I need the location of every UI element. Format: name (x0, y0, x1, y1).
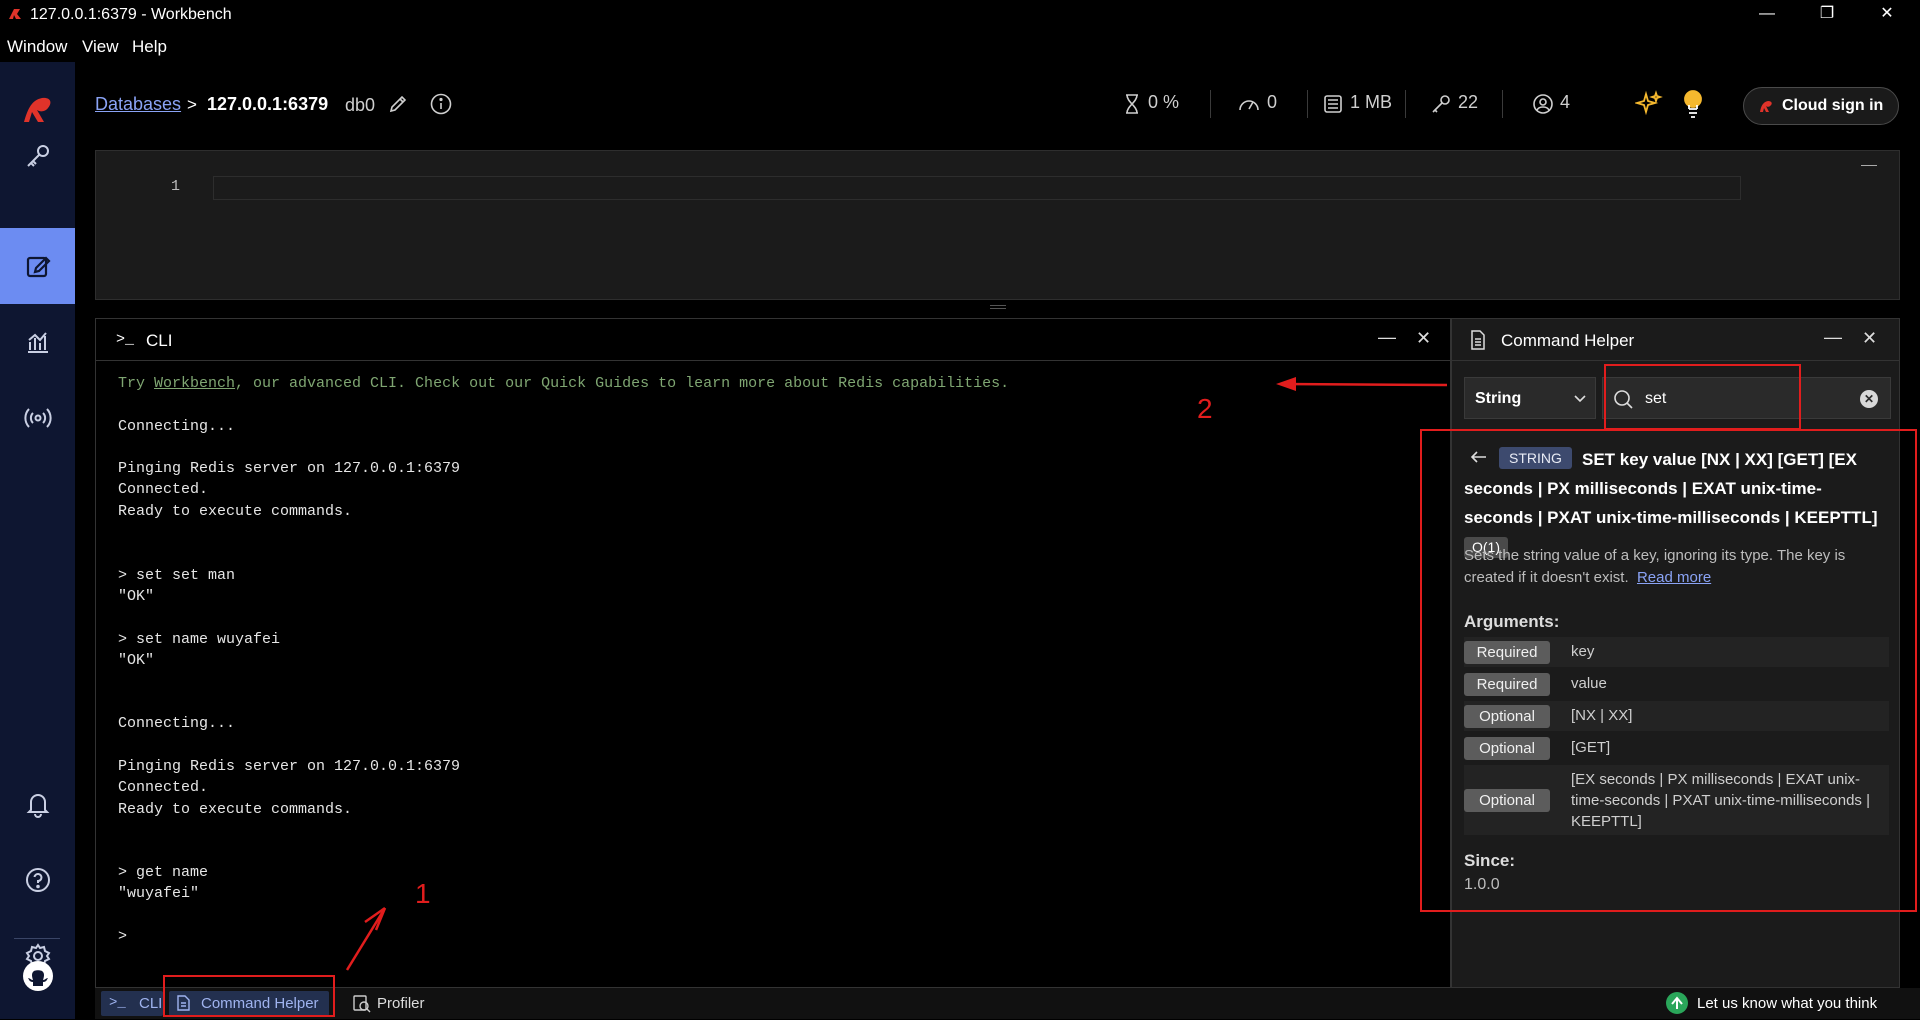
annotation-box-search (1604, 364, 1801, 430)
nav-browser-key-icon[interactable] (0, 118, 75, 194)
clients-stat: 4 (1560, 92, 1571, 112)
profiler-tab-label: Profiler (377, 995, 425, 1012)
breadcrumb-databases-link[interactable]: Databases (95, 94, 181, 115)
annotation-box-helper-tab (163, 975, 335, 1017)
helper-header: Command Helper — ✕ (1452, 319, 1899, 361)
cloud-signin-label: Cloud sign in (1782, 97, 1884, 114)
app-logo-icon (7, 6, 23, 22)
menu-view[interactable]: View (82, 37, 119, 57)
keys-stat: 22 (1458, 92, 1479, 112)
db-header: Databases > 127.0.0.1:6379 db0 0 % 0 1 M… (75, 62, 1920, 150)
db-info-icon[interactable] (430, 93, 452, 120)
nav-pubsub-icon[interactable] (0, 380, 75, 456)
cli-response: "OK" (118, 652, 155, 669)
annotation-number-2: 2 (1197, 393, 1213, 424)
cli-line: Connected. (118, 481, 209, 498)
feedback-link[interactable]: Let us know what you think (1665, 991, 1895, 1016)
tab-cli[interactable]: >_ CLI (101, 991, 163, 1016)
cli-response: "OK" (118, 588, 155, 605)
feedback-label: Let us know what you think (1697, 995, 1878, 1012)
cli-response: "wuyafei" (118, 885, 200, 902)
cli-line: Ready to execute commands. (118, 801, 353, 818)
memory-icon (1323, 93, 1343, 120)
editor-input-line[interactable] (213, 176, 1741, 200)
nav-divider (14, 938, 60, 939)
chevron-down-icon (1572, 390, 1588, 411)
cli-line: Connecting... (118, 418, 236, 435)
annotation-number-1: 1 (415, 878, 431, 909)
cloud-redis-icon (1758, 98, 1774, 119)
db-index-label: db0 (345, 95, 376, 115)
notifications-bell-icon[interactable] (0, 766, 75, 842)
cli-line: Pinging Redis server on 127.0.0.1:6379 (118, 460, 461, 477)
clear-search-icon[interactable]: ✕ (1860, 390, 1878, 408)
cloud-signin-button[interactable]: Cloud sign in (1743, 87, 1899, 125)
cli-command: > get name (118, 864, 209, 881)
resize-handle[interactable] (990, 305, 1006, 309)
ops-speedometer-icon (1238, 94, 1260, 119)
bottom-tab-bar: >_ CLI Command Helper Profiler Let us kn… (95, 988, 1920, 1019)
cli-workbench-link[interactable]: Workbench (154, 375, 235, 392)
helper-close-icon[interactable]: ✕ (1862, 328, 1877, 349)
insights-lightbulb-icon[interactable] (1680, 88, 1706, 125)
tab-profiler[interactable]: Profiler (353, 991, 443, 1016)
group-select[interactable]: String (1464, 377, 1596, 419)
window-title: 127.0.0.1:6379 - Workbench (30, 6, 232, 23)
github-icon[interactable] (0, 951, 75, 1001)
cli-line: Pinging Redis server on 127.0.0.1:6379 (118, 758, 461, 775)
document-icon (1470, 330, 1486, 355)
menu-help[interactable]: Help (132, 37, 167, 57)
title-bar: 127.0.0.1:6379 - Workbench — ❐ ✕ (0, 0, 1920, 30)
minimize-button[interactable]: — (1740, 0, 1794, 30)
breadcrumb-separator: > (187, 95, 197, 114)
cli-command: > set name wuyafei (118, 631, 281, 648)
cli-intro: Try Workbench, our advanced CLI. Check o… (118, 375, 1010, 392)
editor-line-number: 1 (171, 178, 181, 195)
sidebar-nav (0, 62, 75, 1019)
edit-pencil-icon[interactable] (388, 94, 408, 119)
annotation-box-helper-result (1420, 429, 1917, 912)
help-icon[interactable] (0, 842, 75, 918)
cli-tab-label: CLI (139, 995, 163, 1012)
ops-stat: 0 (1267, 92, 1278, 112)
cli-line: Connecting... (118, 715, 236, 732)
helper-title: Command Helper (1501, 331, 1635, 350)
profiler-icon (353, 995, 371, 1018)
cli-input-prompt[interactable]: > (118, 928, 127, 945)
ai-sparkle-icon[interactable] (1633, 90, 1663, 123)
clients-icon (1532, 93, 1554, 120)
group-select-value: String (1475, 390, 1522, 407)
close-window-button[interactable]: ✕ (1860, 0, 1914, 30)
nav-workbench-icon[interactable] (0, 228, 75, 304)
cli-line: Ready to execute commands. (118, 503, 353, 520)
cli-tab-icon: >_ (109, 995, 126, 1011)
workbench-editor[interactable]: 1 (95, 150, 1900, 300)
menu-window[interactable]: Window (7, 37, 67, 57)
cli-command: > set set man (118, 567, 236, 584)
feedback-icon (1665, 991, 1689, 1020)
cli-line: Connected. (118, 779, 209, 796)
keys-icon (1430, 93, 1452, 120)
menu-bar: Window View Help (0, 31, 1920, 61)
cli-panel: >_ CLI — ✕ Try Workbench, our advanced C… (95, 318, 1451, 988)
editor-minimap-marker (1861, 165, 1877, 166)
cpu-stat: 0 % (1148, 92, 1180, 112)
helper-minimize-icon[interactable]: — (1824, 327, 1842, 348)
maximize-button[interactable]: ❐ (1800, 0, 1854, 30)
breadcrumb-host: 127.0.0.1:6379 (207, 94, 329, 114)
nav-analysis-icon[interactable] (0, 304, 75, 380)
cpu-icon (1122, 93, 1142, 120)
memory-stat: 1 MB (1350, 92, 1393, 112)
